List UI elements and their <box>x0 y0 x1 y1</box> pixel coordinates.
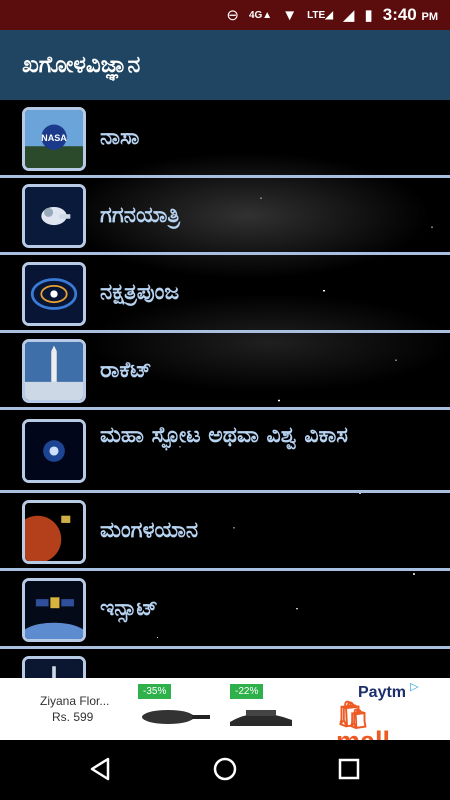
back-icon[interactable] <box>86 754 116 784</box>
ad-discount-badge: -22% <box>230 684 264 699</box>
galaxy-icon <box>22 262 86 326</box>
list-item-big-bang[interactable]: ಮಹಾ ಸ್ಫೋಟ ಅಥವಾ ವಿಶ್ವ ವಿಕಾಸ <box>0 410 450 493</box>
clock: 3:40 PM <box>383 5 438 25</box>
list-item-label: ಗಗನಯಾತ್ರಿ <box>100 203 180 228</box>
ad-choices-icon[interactable]: ▷ <box>410 680 424 694</box>
home-icon[interactable] <box>210 754 240 784</box>
list-item-rocket[interactable]: ರಾಕೆಟ್ <box>0 333 450 410</box>
list-item-galaxy[interactable]: ನಕ್ಷತ್ರಪುಂಜ <box>0 255 450 333</box>
wifi-icon: ▼ <box>282 6 298 24</box>
ad-content[interactable]: Ziyana Flor... Rs. 599 -35% -22% Paytm 🛍… <box>26 678 424 755</box>
list-item-label: ನಕ್ಷತ್ರಪುಂಜ <box>100 280 180 305</box>
signal-icon: ◢ <box>342 6 355 24</box>
battery-charging-icon: ▮ <box>364 6 373 24</box>
list-item-label: ಇನ್ಸಾಟ್ <box>100 596 158 621</box>
satellite-icon <box>22 578 86 642</box>
navigation-bar <box>0 740 450 800</box>
list-item-label: ಮಂಗಳಯಾನ <box>100 518 199 543</box>
frying-pan-icon <box>142 710 210 724</box>
list-item-mangalyaan[interactable]: ಮಂಗಳಯಾನ <box>0 493 450 571</box>
big-bang-icon <box>22 419 86 483</box>
list-item-label: ಮಹಾ ಸ್ಫೋಟ ಅಥವಾ ವಿಶ್ವ ವಿಕಾಸ <box>100 423 348 448</box>
recents-icon[interactable] <box>334 754 364 784</box>
ad-product-price: Rs. 599 <box>52 710 94 724</box>
nasa-logo-icon: NASA <box>22 107 86 171</box>
signal-lte-icon: LTE◢ <box>307 9 333 21</box>
do-not-disturb-icon: ⊖ <box>226 6 239 24</box>
ad-discount-badge: -35% <box>138 684 172 699</box>
network-type-label: 4G <box>248 9 263 21</box>
list-item-label: ರಾಕೆಟ್ <box>100 358 152 383</box>
list-item-astronaut[interactable]: ಗಗನಯಾತ್ರಿ <box>0 178 450 255</box>
mars-orbiter-icon <box>22 500 86 564</box>
lte-label: LTE <box>307 9 326 21</box>
list-item-label: ನಾಸಾ <box>100 125 140 150</box>
astronaut-icon <box>22 184 86 248</box>
ad-product-name: Ziyana Flor... <box>40 694 110 708</box>
list-item-partial[interactable] <box>0 649 450 678</box>
app-bar: ಖಗೋಳವಿಜ್ಞಾನ <box>0 30 450 100</box>
svg-text:NASA: NASA <box>41 133 67 143</box>
list-item-nasa[interactable]: NASA ನಾಸಾ <box>0 100 450 178</box>
list-item-insat[interactable]: ಇನ್ಸಾಟ್ <box>0 571 450 649</box>
app-title: ಖಗೋಳವಿಜ್ಞಾನ <box>22 52 141 78</box>
clock-ampm: PM <box>421 11 439 23</box>
sandal-icon <box>230 710 292 726</box>
space-station-icon <box>22 656 86 678</box>
ad-banner[interactable]: Ziyana Flor... Rs. 599 -35% -22% Paytm 🛍… <box>0 678 450 755</box>
topic-list[interactable]: NASA ನಾಸಾ ಗಗನಯಾತ್ರಿ ನಕ್ಷತ್ರಪುಂಜ ರಾಕೆಟ್ ಮ… <box>0 100 450 678</box>
rocket-icon <box>22 339 86 403</box>
status-bar: ⊖ 4G▲ ▼ LTE◢ ◢ ▮ 3:40 PM <box>0 0 450 30</box>
signal-4g-icon: 4G▲ <box>248 9 273 21</box>
clock-time: 3:40 <box>382 5 417 24</box>
